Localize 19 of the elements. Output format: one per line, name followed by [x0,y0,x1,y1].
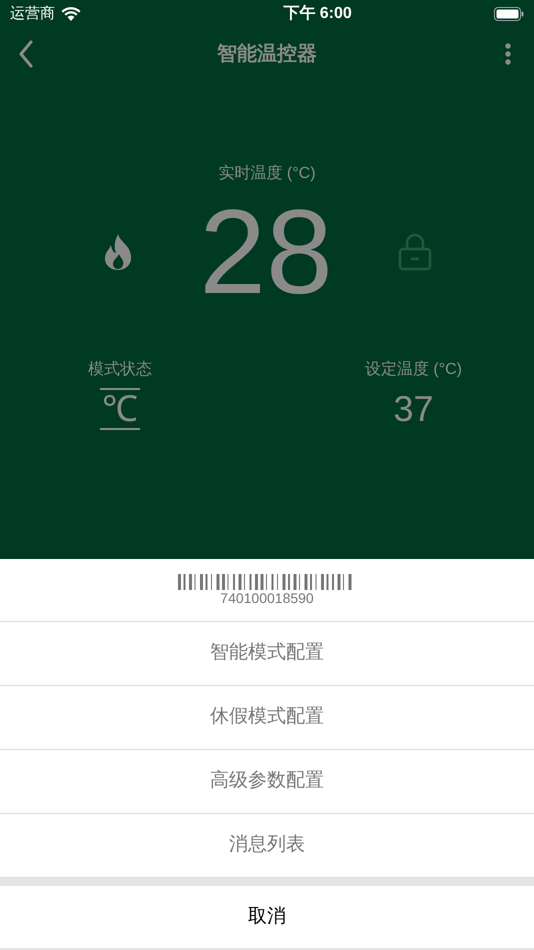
menu-item[interactable]: 休假模式配置 [0,686,534,750]
more-icon [505,43,511,65]
chevron-left-icon [18,40,34,68]
menu-item[interactable]: 消息列表 [0,814,534,878]
current-temp-value: 28 [199,192,333,312]
setpoint-label: 设定温度 (°C) [364,360,462,380]
wifi-icon [61,7,81,21]
clock-text: 下午 6:00 [283,4,352,24]
battery-icon [494,7,524,21]
mode-value: ℃ [100,388,140,430]
carrier-text: 运营商 [10,4,55,24]
menu-item[interactable]: 高级参数配置 [0,750,534,814]
cancel-button[interactable]: 取消 [0,886,534,948]
barcode-number: 740100018590 [220,590,314,606]
nav-title: 智能温控器 [217,42,317,67]
mode-label: 模式状态 [88,360,152,380]
current-temp-label: 实时温度 (°C) [218,164,316,184]
setpoint-value: 37 [393,388,434,430]
menu-item[interactable]: 智能模式配置 [0,622,534,686]
